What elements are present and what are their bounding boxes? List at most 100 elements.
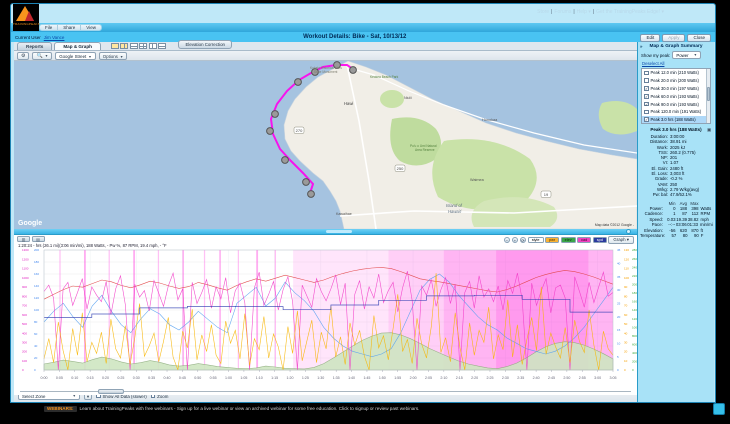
edit-button[interactable]: Edit — [640, 34, 660, 43]
peak-type-select[interactable]: Power▼ — [672, 51, 701, 59]
map-label: Hawi — [344, 101, 353, 106]
x-axis-tick-label: 0:20 — [102, 376, 109, 380]
peak-row[interactable]: ✓Peak 30.0 min (197 Watts) — [642, 85, 710, 93]
panel-collapse-icon[interactable]: » — [640, 44, 643, 49]
peak-highlight-band — [84, 250, 86, 370]
gear-icon[interactable]: ⚙ — [17, 52, 29, 60]
menu-share[interactable]: Share — [58, 25, 81, 30]
peak-row[interactable]: ✓Peak 3.0 hrs (188 Watts) — [642, 116, 710, 124]
peak-row[interactable]: Peak 12.0 min (210 Watts) — [642, 69, 710, 77]
tab-reports[interactable]: Reports — [17, 42, 52, 50]
route-mile-marker[interactable] — [303, 179, 310, 186]
svg-text:35: 35 — [617, 275, 621, 279]
route-mile-marker[interactable] — [272, 111, 279, 118]
peak-checkbox[interactable]: ✓ — [644, 86, 649, 91]
x-axis-tick-label: 2:00 — [410, 376, 417, 380]
peak-checkbox[interactable]: ✓ — [644, 102, 649, 107]
legend-chip-cad[interactable]: cad — [577, 237, 591, 244]
x-axis-tick-label: 2:55 — [579, 376, 586, 380]
layout-icon-5[interactable] — [149, 43, 157, 49]
route-mile-marker[interactable] — [295, 79, 302, 86]
layout-icon-3[interactable] — [130, 43, 138, 49]
layout-icon-2[interactable] — [120, 43, 128, 49]
x-axis-tick-label: 0:25 — [117, 376, 124, 380]
top-link-get-the-trainingpeaks-edge-[interactable]: Get the TrainingPeaks Edge! ▾ — [596, 9, 664, 15]
scrollbar-thumb[interactable] — [98, 389, 124, 394]
map-graph-summary-panel: » Map & Graph Summary Show my peak: Powe… — [637, 42, 714, 402]
selected-peak-title: Peak 3.0 hrs (188 Watts) — [650, 127, 701, 132]
zoom-reset-icon[interactable]: ⟳ — [520, 237, 527, 244]
x-axis-tick-label: 0:05 — [56, 376, 63, 380]
map-label: Island of — [446, 203, 463, 208]
x-axis-tick-label: 2:20 — [471, 376, 478, 380]
export-icon[interactable]: ▣ — [707, 127, 711, 132]
peak-row[interactable]: ✓Peak 90.0 min (193 Watts) — [642, 100, 710, 108]
zoom-in-icon[interactable]: + — [512, 237, 519, 244]
x-axis-tick-label: 0:30 — [133, 376, 140, 380]
menu-view[interactable]: View — [81, 25, 101, 30]
tab-map-graph[interactable]: Map & Graph — [54, 42, 101, 50]
x-axis-tick-label: 0:35 — [148, 376, 155, 380]
map-options-button[interactable]: Options▼ — [99, 52, 128, 60]
svg-text:200: 200 — [22, 350, 27, 354]
top-link-help[interactable]: Help ▾ — [577, 9, 591, 15]
peak-label: Peak 20.0 min (200 Watts) — [651, 78, 699, 83]
route-mile-marker[interactable] — [350, 67, 357, 74]
map-label: Waimea — [470, 178, 485, 182]
peak-row[interactable]: ✓Peak 60.0 min (193 Watts) — [642, 92, 710, 100]
peak-stats: Duration:3:00:00Distance:38.91 miWork:20… — [640, 134, 712, 198]
route-mile-marker[interactable] — [282, 157, 289, 164]
map-canvas[interactable]: Kohala Historical SitesState MonumentKeo… — [14, 61, 637, 229]
current-user: Current UserJim Vance — [15, 35, 64, 40]
layout-icon-6[interactable] — [158, 43, 166, 49]
top-link-store[interactable]: Store — [537, 9, 549, 15]
map-label: Honokaa — [482, 118, 498, 122]
route-mile-marker[interactable] — [267, 128, 274, 135]
elevation-correction-button[interactable]: Elevation Correction — [178, 40, 232, 49]
chevron-down-icon: ▼ — [694, 53, 697, 58]
divider-grip[interactable] — [326, 230, 352, 233]
map-type-select[interactable]: Google Street▼ — [55, 52, 96, 60]
current-user-link[interactable]: Jim Vance — [44, 35, 65, 40]
zoom-tool-button[interactable]: 🔍▼ — [32, 52, 52, 60]
peak-row[interactable]: Peak 120.0 min (191 Watts) — [642, 108, 710, 116]
x-axis-tick-label: 0:40 — [164, 376, 171, 380]
map-label: Niulii — [404, 96, 412, 100]
peak-checkbox[interactable] — [644, 71, 649, 76]
map-attribution: Map data ©2012 Google - — [595, 223, 634, 227]
legend-chip-pwr[interactable]: pwr — [545, 237, 559, 244]
route-mile-marker[interactable] — [308, 191, 315, 198]
workout-chart[interactable]: 0100200300400500600700800900100011001200… — [14, 248, 637, 383]
layout-icon-4[interactable] — [139, 43, 147, 49]
table-row: Temperature:578090F — [640, 233, 712, 238]
x-axis-tick-label: 1:50 — [379, 376, 386, 380]
graph-view-button-2[interactable]: ▤ — [32, 236, 45, 242]
svg-text:700: 700 — [22, 304, 27, 308]
layout-icon-1[interactable] — [111, 43, 119, 49]
svg-text:90: 90 — [624, 285, 628, 289]
peak-checkbox[interactable] — [644, 78, 649, 83]
menu-file[interactable]: File — [40, 25, 58, 30]
legend-chip-elev[interactable]: elev — [561, 237, 576, 244]
top-link-forums[interactable]: Forums — [554, 9, 571, 15]
map-label: Keokea Beach Park — [370, 75, 399, 79]
zoom-out-icon[interactable]: − — [504, 237, 511, 244]
deselect-all-link[interactable]: Deselect All — [642, 61, 664, 66]
peak-label: Peak 3.0 hrs (188 Watts) — [651, 117, 696, 122]
peak-checkbox[interactable]: ✓ — [644, 94, 649, 99]
graph-view-button-1[interactable]: ▥ — [17, 236, 30, 242]
x-axis-tick-label: 0:55 — [210, 376, 217, 380]
legend-chip-spd[interactable]: spd — [593, 237, 607, 244]
notification-widget[interactable] — [713, 403, 725, 415]
peak-checkbox[interactable]: ✓ — [644, 117, 649, 122]
peak-highlight-band — [158, 250, 159, 370]
style-chip[interactable]: style — [528, 237, 544, 244]
peak-list-scrollbar[interactable] — [706, 69, 711, 123]
workout-details-window: FileShareView Current UserJim Vance Work… — [10, 3, 716, 403]
svg-text:30: 30 — [624, 341, 628, 345]
graph-menu-button[interactable]: Graph ▾ — [608, 236, 634, 244]
peak-checkbox[interactable] — [644, 110, 649, 115]
peak-row[interactable]: Peak 20.0 min (200 Watts) — [642, 77, 710, 85]
webinar-status-bar[interactable]: WEBINARS: Learn about TrainingPeaks with… — [10, 404, 716, 413]
close-button[interactable]: Close — [687, 34, 711, 43]
